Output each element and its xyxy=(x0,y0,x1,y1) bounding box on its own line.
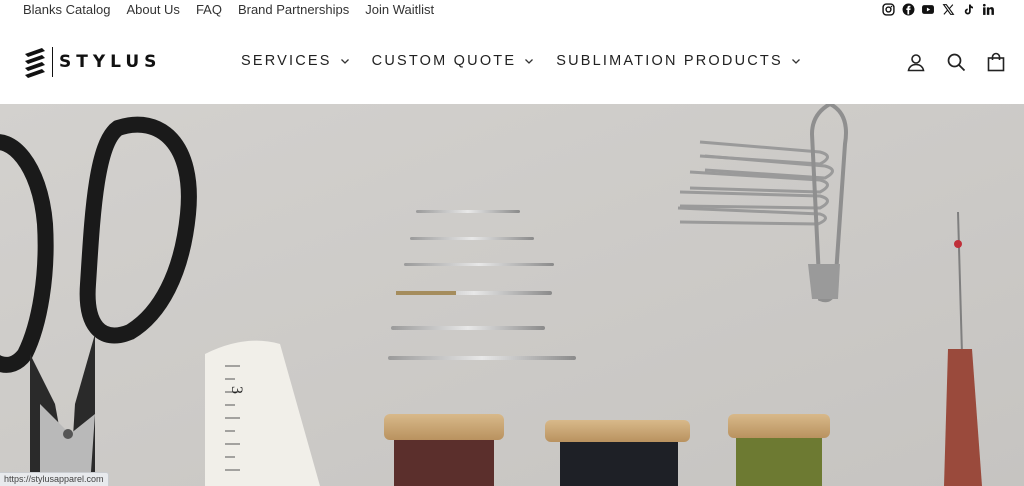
nav-sublimation-products[interactable]: SUBLIMATION PRODUCTS xyxy=(556,53,801,69)
nav-custom-quote-label: CUSTOM QUOTE xyxy=(371,53,517,69)
chevron-down-icon xyxy=(525,59,534,64)
tape-number: 3 xyxy=(228,386,245,394)
nav-services[interactable]: SERVICES xyxy=(241,53,350,69)
cart-icon[interactable] xyxy=(986,52,1006,72)
search-icon[interactable] xyxy=(946,52,966,72)
site-header: STYLUS SERVICES CUSTOM QUOTE SUBLIMATION… xyxy=(0,20,1024,104)
youtube-icon[interactable] xyxy=(921,2,935,16)
nav-sublimation-products-label: SUBLIMATION PRODUCTS xyxy=(556,53,783,69)
link-brand-partnerships[interactable]: Brand Partnerships xyxy=(238,3,349,17)
chevron-down-icon xyxy=(340,59,349,64)
logo[interactable]: STYLUS xyxy=(22,46,161,78)
status-bar-url: https://stylusapparel.com xyxy=(0,472,109,486)
link-faq[interactable]: FAQ xyxy=(196,3,222,17)
logo-mark-icon xyxy=(25,48,45,78)
tiktok-icon[interactable] xyxy=(961,2,975,16)
header-icons xyxy=(906,52,1006,72)
chevron-down-icon xyxy=(791,59,800,64)
instagram-icon[interactable] xyxy=(881,2,895,16)
utility-links: Blanks Catalog About Us FAQ Brand Partne… xyxy=(23,3,450,17)
x-icon[interactable] xyxy=(941,2,955,16)
nav-custom-quote[interactable]: CUSTOM QUOTE xyxy=(372,53,535,69)
linkedin-icon[interactable] xyxy=(981,2,995,16)
link-about-us[interactable]: About Us xyxy=(126,3,179,17)
link-blanks-catalog[interactable]: Blanks Catalog xyxy=(23,3,110,17)
hero-image: 3 xyxy=(0,104,1024,486)
logo-divider xyxy=(52,47,53,77)
hero-banner[interactable]: 3 xyxy=(0,104,1024,486)
nav-services-label: SERVICES xyxy=(241,53,332,69)
account-icon[interactable] xyxy=(906,52,926,72)
main-nav: SERVICES CUSTOM QUOTE SUBLIMATION PRODUC… xyxy=(241,53,823,69)
utility-bar: Blanks Catalog About Us FAQ Brand Partne… xyxy=(0,0,1024,20)
thread-spools-illustration xyxy=(384,414,830,486)
facebook-icon[interactable] xyxy=(901,2,915,16)
social-links xyxy=(881,2,995,16)
logo-text: STYLUS xyxy=(59,52,162,72)
link-join-waitlist[interactable]: Join Waitlist xyxy=(365,3,434,17)
